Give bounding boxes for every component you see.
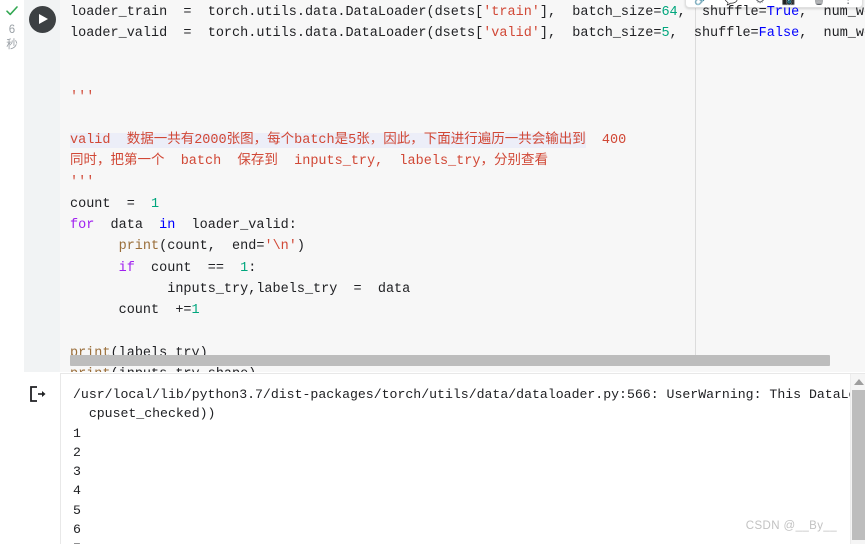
code-token: print (70, 367, 111, 372)
code-horizontal-scrollbar[interactable] (70, 355, 830, 366)
run-button-gutter (24, 0, 60, 372)
output-vertical-scrollbar[interactable] (850, 374, 865, 544)
code-line: ''' (70, 87, 865, 108)
code-token: True (766, 5, 800, 20)
output-line: 3 (73, 464, 81, 480)
code-token: data (94, 217, 160, 233)
colab-notebook-cell: 6 秒 🔗 💬 ⚙ 📷 🗑 ⋮ loader_train = torch.uti… (0, 0, 865, 544)
code-line: loader_valid = torch.utils.data.DataLoad… (70, 23, 865, 44)
code-token: , shuffle= (677, 5, 767, 20)
code-editor[interactable]: 🔗 💬 ⚙ 📷 🗑 ⋮ loader_train = torch.utils.d… (60, 0, 865, 372)
output-line: 2 (73, 444, 81, 460)
code-token: == (207, 260, 224, 276)
code-line: loader_train = torch.utils.data.DataLoad… (70, 2, 865, 23)
cell-status-gutter: 6 秒 (0, 0, 24, 372)
cell-output-region: /usr/local/lib/python3.7/dist-packages/t… (0, 373, 865, 544)
code-line: inputs_try,labels_try = data (70, 279, 865, 300)
watermark: CSDN @__By__ (745, 520, 837, 532)
code-line: for data in loader_valid: (70, 215, 865, 236)
output-line: 4 (73, 483, 81, 499)
code-line: if count == 1: (70, 258, 865, 279)
code-token: (count, end= (159, 239, 265, 255)
code-token: ], batch_size= (539, 26, 662, 42)
code-token: (inputs_try.shape) (111, 367, 257, 372)
code-token: torch.utils.data.DataLoader(dsets[ (191, 26, 484, 42)
code-token: inputs_try,labels_try (70, 281, 354, 297)
code-horizontal-scroll-thumb[interactable] (70, 355, 830, 366)
code-token: loader_valid: (175, 217, 297, 233)
output-line: 5 (73, 502, 81, 518)
scroll-up-button[interactable] (851, 374, 865, 389)
code-token: , num_work (799, 26, 865, 42)
code-token: loader_valid (70, 26, 184, 42)
code-line: ''' (70, 172, 865, 193)
code-line: print(count, end='\n') (70, 236, 865, 257)
code-token: torch.utils.data.DataLoader(dsets[ (191, 5, 484, 20)
chevron-up-icon (853, 378, 864, 385)
code-token: 同时，把第一个 batch 保存到 inputs_try, labels_try… (70, 154, 548, 170)
code-token: 5 (661, 26, 670, 42)
check-icon (5, 4, 19, 22)
code-line: count +=1 (70, 300, 865, 321)
code-token: ' (288, 239, 297, 255)
code-token: count (70, 196, 127, 212)
code-line: count = 1 (70, 194, 865, 215)
code-token: 1 (151, 196, 160, 212)
run-cell-button[interactable] (29, 6, 56, 33)
code-token: print (118, 239, 160, 255)
output-line: /usr/local/lib/python3.7/dist-packages/t… (73, 387, 857, 402)
code-token: loader_train (70, 5, 184, 20)
output-line: cpuset_checked)) (73, 406, 216, 422)
code-token: 400 (585, 132, 627, 148)
code-token: : (248, 260, 257, 276)
code-token: ''' (70, 175, 95, 191)
code-token: 1 (191, 303, 200, 319)
code-token: = (183, 5, 192, 20)
code-token: in (159, 217, 176, 233)
code-token: 64 (661, 5, 678, 20)
play-icon (39, 14, 48, 24)
code-token: data (361, 281, 411, 297)
code-line: 同时，把第一个 batch 保存到 inputs_try, labels_try… (70, 151, 865, 172)
code-line: valid 数据一共有2000张图，每个batch是5张，因此，下面进行遍历一共… (70, 130, 865, 151)
code-token: count (134, 260, 208, 276)
code-token: ], batch_size= (539, 5, 662, 20)
code-token: valid 数据一共有2000张图，每个batch是5张，因此，下面进行遍历一共… (70, 132, 586, 148)
code-token: if (118, 260, 135, 276)
output-line: 7 (73, 539, 856, 544)
code-token: , shuffle= (669, 26, 759, 42)
output-line: 1 (73, 425, 81, 441)
code-token: = (126, 196, 135, 212)
code-token: = (183, 26, 192, 42)
output-text: /usr/local/lib/python3.7/dist-packages/t… (73, 385, 856, 544)
execution-duration-value: 6 (8, 24, 16, 36)
code-token: ' (264, 239, 273, 255)
code-token: count += (70, 303, 192, 319)
code-token: ''' (70, 90, 95, 106)
code-source[interactable]: loader_train = torch.utils.data.DataLoad… (60, 2, 865, 372)
code-token: \n (272, 239, 289, 255)
output-line: 6 (73, 522, 81, 538)
code-token: , num_work (799, 5, 865, 20)
code-token: 'valid' (483, 26, 540, 42)
code-token: False (758, 26, 800, 42)
code-token: = (353, 281, 362, 297)
output-panel[interactable]: /usr/local/lib/python3.7/dist-packages/t… (60, 373, 865, 544)
code-token: 'train' (483, 5, 540, 20)
output-icon-gutter (24, 379, 60, 409)
code-token: for (70, 217, 95, 233)
output-arrow-icon (29, 386, 47, 402)
execution-duration-unit: 秒 (6, 39, 18, 51)
output-vertical-scroll-thumb[interactable] (852, 390, 865, 540)
code-token: ) (296, 239, 305, 255)
